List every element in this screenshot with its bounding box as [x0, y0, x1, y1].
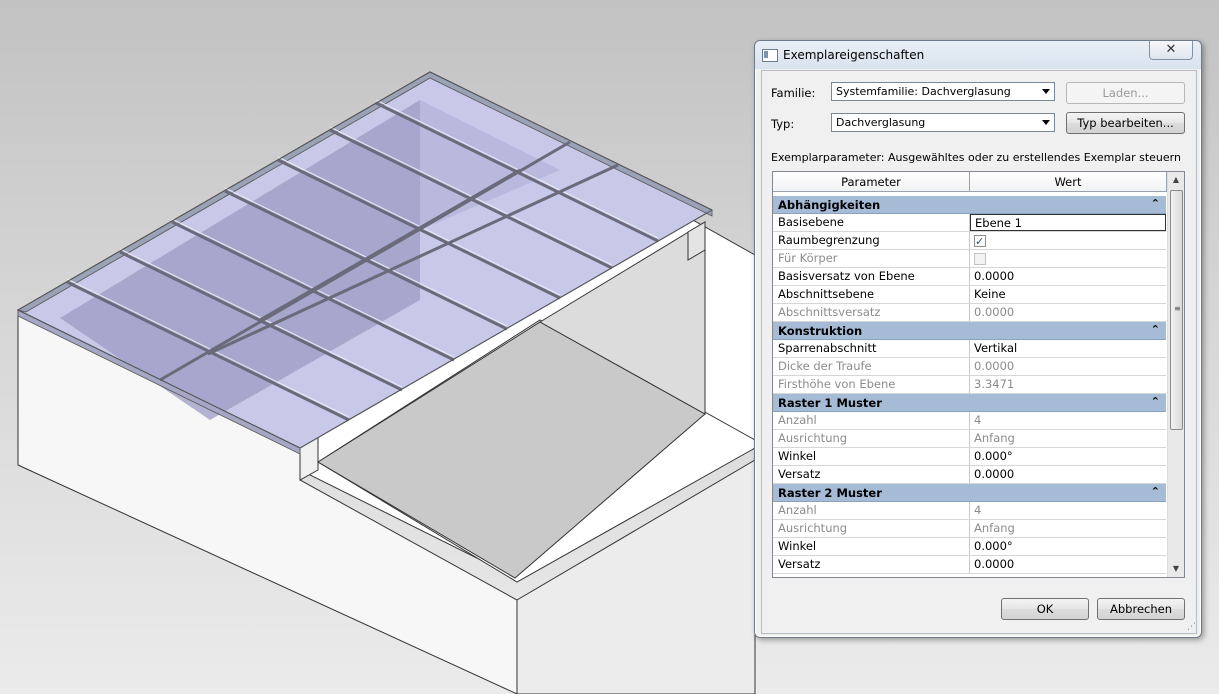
edit-type-button[interactable]: Typ bearbeiten...: [1066, 112, 1185, 134]
param-name: Versatz: [773, 466, 970, 483]
scroll-down-icon[interactable]: ▼: [1168, 561, 1184, 577]
param-value: Anfang: [974, 431, 1015, 445]
properties-grid[interactable]: Parameter Wert Abhängigkeiten ⌃ Basisebe…: [772, 171, 1185, 578]
collapse-icon[interactable]: ⌃: [1151, 485, 1160, 498]
dialog-title: Exemplareigenschaften: [783, 48, 925, 62]
param-name: Basisebene: [773, 214, 970, 231]
table-row[interactable]: Basisebene Ebene 1: [773, 214, 1166, 232]
collapse-icon[interactable]: ⌃: [1151, 197, 1160, 210]
param-value[interactable]: 0.0000: [970, 268, 1166, 285]
group-title: Raster 2 Muster: [778, 486, 882, 500]
group-header-grid2[interactable]: Raster 2 Muster ⌃: [773, 484, 1166, 502]
table-row: Für Körper: [773, 250, 1166, 268]
table-row[interactable]: Versatz 0.0000: [773, 466, 1166, 484]
group-header-grid1[interactable]: Raster 1 Muster ⌃: [773, 394, 1166, 412]
param-value: [970, 232, 1166, 250]
param-value: 0.0000: [974, 305, 1015, 319]
table-row: Abschnittsversatz 0.0000: [773, 304, 1166, 322]
param-name: Für Körper: [773, 250, 970, 267]
scrollbar-thumb[interactable]: ≡: [1170, 190, 1183, 430]
room-bounding-checkbox[interactable]: [974, 233, 986, 250]
window-icon: [762, 49, 778, 62]
table-row: Dicke der Traufe 0.0000: [773, 358, 1166, 376]
param-value[interactable]: 0.000°: [970, 448, 1166, 465]
grid-rows: Abhängigkeiten ⌃ Basisebene Ebene 1 Raum…: [773, 196, 1166, 574]
cancel-button[interactable]: Abbrechen: [1097, 598, 1185, 620]
resize-grip-icon[interactable]: ⋰: [1187, 622, 1216, 691]
ok-button[interactable]: OK: [1001, 598, 1089, 620]
table-row[interactable]: Sparrenabschnitt Vertikal: [773, 340, 1166, 358]
scroll-up-icon[interactable]: ▲: [1168, 172, 1184, 188]
instance-parameter-caption: Exemplarparameter: Ausgewähltes oder zu …: [771, 151, 1181, 164]
param-name: Abschnittsversatz: [773, 304, 970, 321]
param-name: Ausrichtung: [773, 520, 970, 537]
param-value-input[interactable]: Ebene 1: [970, 214, 1166, 231]
param-value: Anfang: [974, 521, 1015, 535]
param-name: Dicke der Traufe: [773, 358, 970, 375]
group-title: Raster 1 Muster: [778, 396, 882, 410]
param-name: Raumbegrenzung: [773, 232, 970, 249]
type-label: Typ:: [771, 117, 795, 131]
dialog-titlebar[interactable]: Exemplareigenschaften ✕: [755, 41, 1201, 69]
table-row[interactable]: Raumbegrenzung: [773, 232, 1166, 250]
param-value[interactable]: Keine: [970, 286, 1166, 303]
param-value: 0.0000: [974, 359, 1015, 373]
param-name: Abschnittsebene: [773, 286, 970, 303]
param-name: Firsthöhe von Ebene: [773, 376, 970, 393]
type-select-value: Dachverglasung: [836, 116, 926, 129]
param-name: Basisversatz von Ebene: [773, 268, 970, 285]
column-header-parameter[interactable]: Parameter: [773, 172, 970, 192]
family-label: Familie:: [771, 86, 816, 100]
family-select[interactable]: Systemfamilie: Dachverglasung: [831, 82, 1055, 101]
table-row: Anzahl 4: [773, 502, 1166, 520]
table-row: Firsthöhe von Ebene 3.3471: [773, 376, 1166, 394]
grid-scrollbar[interactable]: ▲ ≡ ▼: [1167, 172, 1184, 577]
table-row: Ausrichtung Anfang: [773, 520, 1166, 538]
for-mass-checkbox: [974, 253, 986, 265]
param-value: 4: [974, 413, 982, 427]
param-value: 4: [974, 503, 982, 517]
param-name: Sparrenabschnitt: [773, 340, 970, 357]
param-value[interactable]: 0.000°: [970, 538, 1166, 555]
param-value: 3.3471: [974, 377, 1015, 391]
param-name: Anzahl: [773, 412, 970, 429]
param-name: Winkel: [773, 538, 970, 555]
table-row[interactable]: Winkel 0.000°: [773, 448, 1166, 466]
table-row: Anzahl 4: [773, 412, 1166, 430]
param-value[interactable]: Vertikal: [970, 340, 1166, 357]
type-select[interactable]: Dachverglasung: [831, 113, 1055, 132]
chevron-down-icon: [1042, 120, 1050, 125]
chevron-down-icon: [1042, 89, 1050, 94]
group-header-constraints[interactable]: Abhängigkeiten ⌃: [773, 196, 1166, 214]
table-row[interactable]: Basisversatz von Ebene 0.0000: [773, 268, 1166, 286]
table-row[interactable]: Winkel 0.000°: [773, 538, 1166, 556]
table-row[interactable]: Versatz 0.0000: [773, 556, 1166, 574]
param-name: Anzahl: [773, 502, 970, 519]
collapse-icon[interactable]: ⌃: [1151, 395, 1160, 408]
param-value[interactable]: 0.0000: [970, 556, 1166, 573]
group-title: Konstruktion: [778, 324, 863, 338]
close-button[interactable]: ✕: [1149, 41, 1193, 60]
grid-header: Parameter Wert: [773, 172, 1167, 192]
grip-icon: ≡: [1174, 304, 1181, 313]
param-name: Versatz: [773, 556, 970, 573]
param-name: Ausrichtung: [773, 430, 970, 447]
family-select-value: Systemfamilie: Dachverglasung: [836, 85, 1011, 98]
table-row[interactable]: Abschnittsebene Keine: [773, 286, 1166, 304]
load-button[interactable]: Laden...: [1066, 82, 1185, 104]
group-title: Abhängigkeiten: [778, 198, 881, 212]
table-row: Ausrichtung Anfang: [773, 430, 1166, 448]
param-value[interactable]: 0.0000: [970, 466, 1166, 483]
group-header-construction[interactable]: Konstruktion ⌃: [773, 322, 1166, 340]
param-value: [970, 250, 1166, 267]
column-header-value[interactable]: Wert: [970, 172, 1167, 192]
collapse-icon[interactable]: ⌃: [1151, 323, 1160, 336]
param-name: Winkel: [773, 448, 970, 465]
